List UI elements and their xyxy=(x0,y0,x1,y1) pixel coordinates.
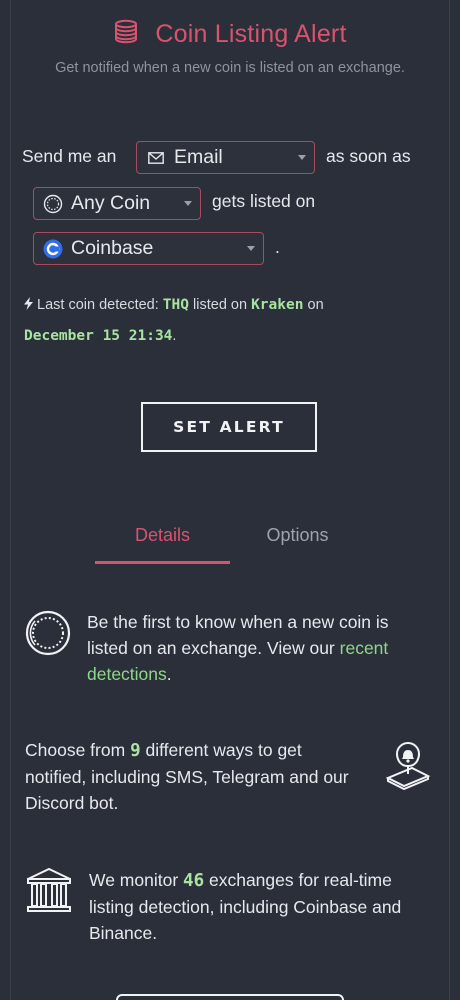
coin-icon xyxy=(25,610,71,661)
tab-bar: Details Options xyxy=(95,520,365,566)
coin-select[interactable]: Any Coin xyxy=(33,187,201,220)
chevron-down-icon xyxy=(184,201,192,206)
bank-icon xyxy=(25,867,73,920)
feature-2-text-a: Choose from xyxy=(25,740,126,760)
coin-value: Any Coin xyxy=(71,192,151,214)
chevron-down-icon xyxy=(298,155,306,160)
period-text: . xyxy=(275,237,280,257)
envelope-icon xyxy=(145,147,167,169)
last-detection-prefix: Last coin detected: xyxy=(37,297,159,313)
header: Coin Listing Alert Get notified when a n… xyxy=(0,18,460,76)
set-alert-button[interactable]: SET ALERT xyxy=(141,402,317,452)
feature-exchange-monitoring: We monitor 46 exchanges for real-time li… xyxy=(89,867,434,946)
bottom-button[interactable] xyxy=(116,994,344,1000)
last-detection-end: . xyxy=(172,328,177,344)
feature-notification-ways: Choose from 9 different ways to get noti… xyxy=(25,737,360,816)
notification-method-value: Email xyxy=(174,146,223,168)
page-subtitle: Get notified when a new coin is listed o… xyxy=(55,60,405,76)
bolt-icon xyxy=(24,297,37,313)
detected-date: December 15 21:34 xyxy=(24,328,173,344)
gets-listed-text: gets listed on xyxy=(212,191,316,211)
exchange-value: Coinbase xyxy=(71,237,154,259)
chevron-down-icon xyxy=(247,246,255,251)
phone-bell-icon xyxy=(384,740,432,795)
coins-icon xyxy=(113,19,139,50)
coin-icon xyxy=(42,193,64,215)
as-soon-as-text: as soon as xyxy=(326,146,411,166)
feature-3-number: 46 xyxy=(183,871,205,891)
feature-2-number: 9 xyxy=(130,741,141,761)
feature-first-to-know: Be the first to know when a new coin is … xyxy=(87,609,432,687)
detected-exchange: Kraken xyxy=(251,297,304,313)
page-title: Coin Listing Alert xyxy=(155,19,347,48)
coinbase-icon xyxy=(42,238,64,260)
exchange-select[interactable]: Coinbase xyxy=(33,232,264,265)
tab-details[interactable]: Details xyxy=(95,520,230,564)
last-detection-mid: listed on xyxy=(193,297,248,313)
detected-coin: THQ xyxy=(162,297,189,313)
last-detection-on: on xyxy=(307,297,324,313)
tab-options[interactable]: Options xyxy=(230,520,365,564)
notification-method-select[interactable]: Email xyxy=(136,141,315,174)
last-detection: Last coin detected: THQ listed on Kraken… xyxy=(24,290,444,352)
feature-1-end: . xyxy=(166,664,172,684)
send-me-text: Send me an xyxy=(22,146,117,166)
feature-3-text-a: We monitor xyxy=(89,870,179,890)
